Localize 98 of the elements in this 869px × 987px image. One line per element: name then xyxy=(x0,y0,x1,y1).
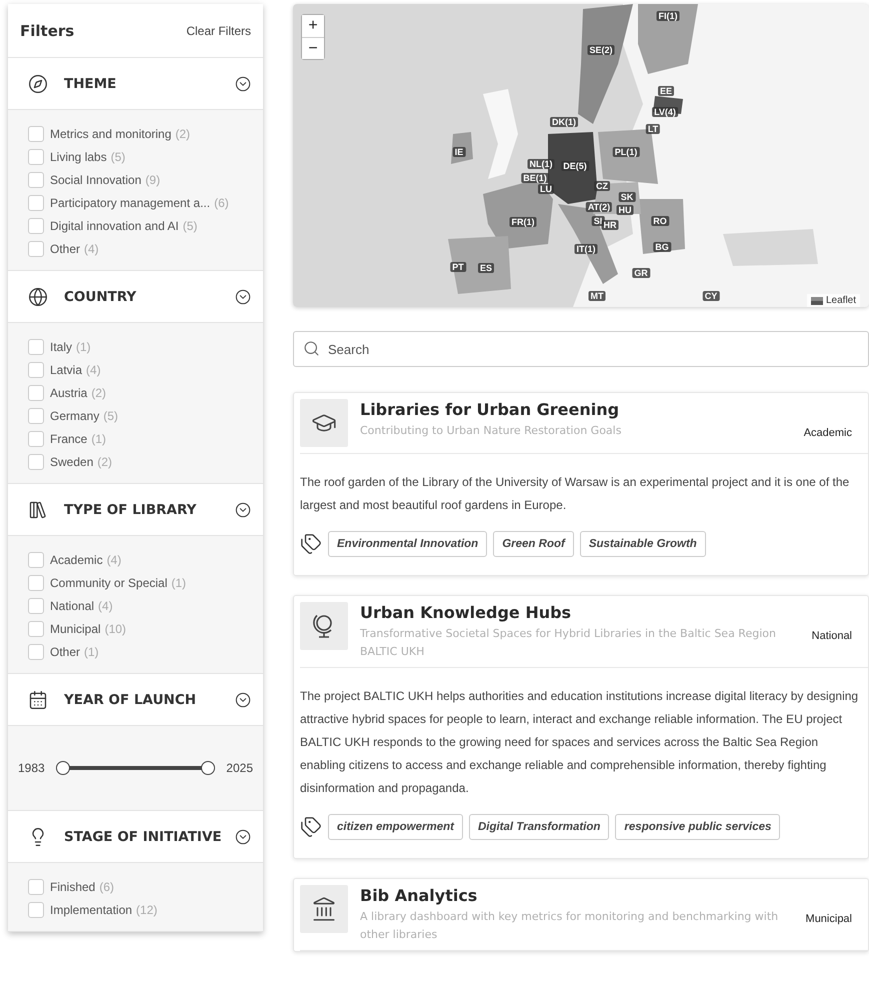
filter-label: France xyxy=(50,432,88,446)
country-label: LU xyxy=(538,184,554,194)
card-subtitle: Transformative Societal Spaces for Hybrid Libraries in the Baltic Sea Region BALTIC UKH xyxy=(360,626,777,660)
tag[interactable]: citizen empowerment xyxy=(328,814,463,840)
filter-count: (1) xyxy=(171,576,186,590)
library-type: Municipal xyxy=(806,913,852,925)
card-description: The roof garden of the Library of the University of Warsaw is an experimental project and it is one of the largest and most beautiful roof gardens in Europe. xyxy=(300,474,850,514)
tag[interactable]: Green Roof xyxy=(493,531,574,557)
country-label: CY xyxy=(702,291,720,301)
filter-section-header[interactable]: STAGE OF INITIATIVE xyxy=(8,811,263,863)
country-label: DE(5) xyxy=(561,161,589,171)
range-max: 2025 xyxy=(226,761,253,775)
filter-label: Latvia xyxy=(50,362,82,376)
library-type: Academic xyxy=(804,427,852,439)
filter-count: (4) xyxy=(84,242,99,256)
country-label: NL(1) xyxy=(528,159,554,169)
filter-count: (1) xyxy=(91,432,106,446)
filter-section-header[interactable]: TYPE OF LIBRARY xyxy=(8,484,263,536)
filter-count: (5) xyxy=(103,408,118,422)
country-label: SK xyxy=(618,192,636,202)
filter-label: Italy xyxy=(50,340,72,354)
filter-count: (6) xyxy=(99,880,114,894)
country-label: RO xyxy=(651,216,669,226)
filter-label: Digital innovation and AI xyxy=(50,218,179,232)
country-label: MT xyxy=(588,291,606,301)
country-label: PT xyxy=(450,262,466,272)
country-label: HR xyxy=(602,220,618,230)
filter-count: (12) xyxy=(136,902,158,916)
filter-section-header[interactable]: COUNTRY xyxy=(8,271,263,323)
filter-count: (5) xyxy=(182,218,198,232)
filter-label: Sweden xyxy=(50,454,94,468)
country-label: AT(2) xyxy=(586,202,612,212)
filter-label: Other xyxy=(50,644,80,658)
section-title: STAGE OF INITIATIVE xyxy=(64,828,223,844)
country-label: IE xyxy=(452,147,466,157)
filter-label: Austria xyxy=(50,386,88,400)
country-label: IT(1) xyxy=(574,244,598,254)
filter-label: Living labs xyxy=(50,150,107,164)
country-label: FR(1) xyxy=(510,217,536,227)
filter-count: (2) xyxy=(91,386,106,400)
country-label: LV(4) xyxy=(652,107,678,117)
filter-count: (10) xyxy=(104,622,126,636)
filter-count: (2) xyxy=(175,126,190,140)
country-label: FI(1) xyxy=(656,11,680,21)
country-label: BE(1) xyxy=(521,173,549,183)
attribution-link[interactable]: Leaflet xyxy=(807,294,860,307)
filter-section-header[interactable]: YEAR OF LAUNCH xyxy=(8,674,263,726)
country-label: HU xyxy=(616,205,634,215)
filter-count: (2) xyxy=(97,454,112,468)
country-label: PL(1) xyxy=(612,147,640,157)
clear-filters-link[interactable]: Clear Filters xyxy=(186,24,251,38)
country-label: BG xyxy=(653,242,671,252)
filter-count: (4) xyxy=(106,552,122,566)
filter-count: (6) xyxy=(214,196,229,210)
panel-title: Filters xyxy=(20,22,74,40)
search-field[interactable]: Search xyxy=(293,331,869,367)
filter-label: Other xyxy=(50,242,80,256)
card-title[interactable]: Urban Knowledge Hubs xyxy=(360,603,800,622)
filter-count: (1) xyxy=(76,340,91,354)
filter-label: Implementation xyxy=(50,902,132,916)
country-label: SE(2) xyxy=(588,45,614,55)
filter-count: (4) xyxy=(98,598,113,612)
card-description: The project BALTIC UKH helps authorities and education institutions increase digital literacy by designing attractive hybrid spaces for people to learn, interact and exchange reliable information. The EU project BALTIC UKH responds to the growing need for spaces and services across the Baltic Sea Region enabling citizens to access and exchange reliable and comprehensible information, thereby fighting disinformation and propaganda. xyxy=(300,688,860,797)
section-title: TYPE OF LIBRARY xyxy=(64,502,198,518)
country-label: LT xyxy=(646,124,660,134)
section-title: YEAR OF LAUNCH xyxy=(64,692,198,708)
filter-count: (1) xyxy=(84,644,99,658)
card-title[interactable]: Libraries for Urban Greening xyxy=(360,400,792,419)
filter-count: (9) xyxy=(145,172,160,186)
country-label: CZ xyxy=(594,181,610,191)
filter-label: National xyxy=(50,598,94,612)
range-min: 1983 xyxy=(18,761,45,775)
library-type: National xyxy=(812,630,852,642)
card-subtitle: A library dashboard with key metrics for monitoring and benchmarking with other libraries xyxy=(360,909,780,943)
country-label: ES xyxy=(478,263,494,273)
card-subtitle: Contributing to Urban Nature Restoration Goals xyxy=(360,423,622,439)
tag[interactable]: Digital Transformation xyxy=(468,814,610,840)
filter-label: Social Innovation xyxy=(50,172,142,186)
country-label: GR xyxy=(632,268,650,278)
country-label: DK(1) xyxy=(550,117,578,127)
country-label: EE xyxy=(658,86,674,96)
filter-label: Community or Special xyxy=(50,576,168,590)
filter-section-header[interactable]: THEME xyxy=(8,58,263,110)
card-title[interactable]: Bib Analytics xyxy=(360,886,794,905)
section-title: THEME xyxy=(64,76,118,92)
filter-label: Finished xyxy=(50,880,96,894)
zoom-out-button[interactable]: − xyxy=(302,37,324,59)
tag[interactable]: Sustainable Growth xyxy=(580,531,706,557)
tag[interactable]: responsive public services xyxy=(615,814,780,840)
filter-count: (5) xyxy=(110,150,126,164)
filter-label: Participatory management a... xyxy=(50,196,210,210)
filter-label: Academic xyxy=(50,552,103,566)
tag[interactable]: Environmental Innovation xyxy=(328,531,488,557)
filter-label: Municipal xyxy=(50,622,101,636)
filter-label: Metrics and monitoring xyxy=(50,126,172,140)
filter-label: Germany xyxy=(50,408,100,422)
section-title: COUNTRY xyxy=(64,288,138,304)
filter-count: (4) xyxy=(86,362,101,376)
